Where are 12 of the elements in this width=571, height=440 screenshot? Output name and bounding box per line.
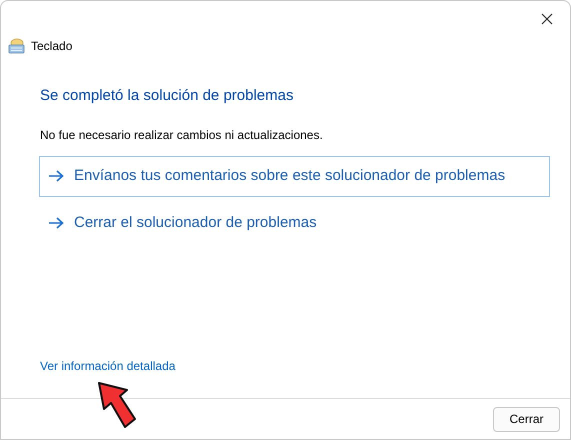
arrow-icon — [48, 170, 64, 182]
window-title: Teclado — [31, 38, 72, 55]
close-icon — [541, 13, 553, 25]
heading: Se completó la solución de problemas — [40, 86, 294, 106]
pointer-arrow-icon — [95, 381, 139, 431]
arrow-icon — [48, 217, 64, 229]
keyboard-icon — [8, 38, 25, 54]
details-link[interactable]: Ver información detallada — [40, 359, 176, 373]
close-dialog-button[interactable]: Cerrar — [493, 406, 560, 432]
command-link[interactable]: Envíanos tus comentarios sobre este solucionador de problemas — [39, 156, 550, 196]
message: No fue necesario realizar cambios ni actualizaciones. — [40, 126, 324, 144]
command-link[interactable]: Cerrar el solucionador de problemas — [39, 202, 550, 244]
